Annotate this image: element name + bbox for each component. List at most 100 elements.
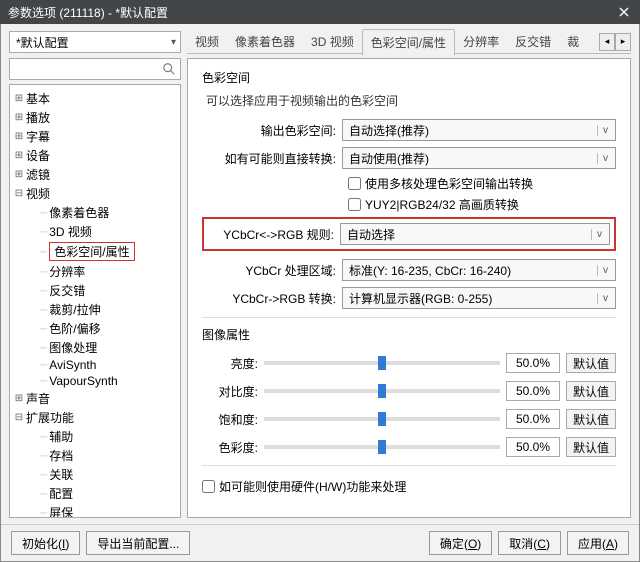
slider-track[interactable]: [264, 361, 500, 365]
slider-value[interactable]: 50.0%: [506, 437, 560, 457]
tree-item-20[interactable]: ┈关联: [12, 465, 178, 484]
multicore-checkbox[interactable]: [348, 177, 361, 190]
collapse-icon[interactable]: ⊟: [12, 188, 26, 199]
tree-item-label: VapourSynth: [49, 374, 118, 388]
tree-item-label: 裁剪/拉伸: [49, 301, 100, 318]
init-button[interactable]: 初始化(I): [11, 531, 80, 555]
tree-item-label: 扩展功能: [26, 409, 74, 426]
ycbcr-rgb-rule-row: YCbCr<->RGB 规则: 自动选择v: [202, 217, 616, 251]
tab-1[interactable]: 像素着色器: [227, 29, 303, 54]
tree-item-5[interactable]: ⊟视频: [12, 184, 178, 203]
apply-button[interactable]: 应用(A): [567, 531, 629, 555]
slider-track[interactable]: [264, 389, 500, 393]
content-panel: 色彩空间 可以选择应用于视频输出的色彩空间 输出色彩空间: 自动选择(推荐)v …: [187, 58, 631, 518]
collapse-icon[interactable]: ⊟: [12, 412, 26, 423]
tree-item-label: 分辨率: [49, 263, 85, 280]
tree-item-label: 反交错: [49, 282, 85, 299]
tree-item-19[interactable]: ┈存档: [12, 446, 178, 465]
tree-item-11[interactable]: ┈裁剪/拉伸: [12, 300, 178, 319]
tree-item-label: 存档: [49, 447, 73, 464]
direct-convert-label: 如有可能则直接转换:: [202, 150, 342, 167]
tree-item-label: 图像处理: [49, 339, 97, 356]
expand-icon[interactable]: ⊞: [12, 131, 26, 142]
category-tree[interactable]: ⊞基本⊞播放⊞字幕⊞设备⊞滤镜⊟视频┈像素着色器┈3D 视频┈色彩空间/属性┈分…: [9, 84, 181, 518]
tree-item-6[interactable]: ┈像素着色器: [12, 203, 178, 222]
chevron-down-icon: v: [597, 293, 613, 304]
slider-value[interactable]: 50.0%: [506, 381, 560, 401]
slider-default-button[interactable]: 默认值: [566, 381, 616, 401]
tab-2[interactable]: 3D 视频: [303, 29, 362, 54]
slider-default-button[interactable]: 默认值: [566, 437, 616, 457]
ycbcr-range-select[interactable]: 标准(Y: 16-235, CbCr: 16-240)v: [342, 259, 616, 281]
chevron-down-icon: ▾: [171, 37, 176, 48]
expand-icon[interactable]: ⊞: [12, 150, 26, 161]
hardware-checkbox[interactable]: [202, 480, 215, 493]
tree-item-15[interactable]: ┈VapourSynth: [12, 373, 178, 389]
slider-thumb[interactable]: [378, 440, 386, 454]
cancel-button[interactable]: 取消(C): [498, 531, 561, 555]
chevron-down-icon: v: [591, 229, 607, 240]
tree-item-2[interactable]: ⊞字幕: [12, 127, 178, 146]
slider-value[interactable]: 50.0%: [506, 353, 560, 373]
tree-item-14[interactable]: ┈AviSynth: [12, 357, 178, 373]
tab-scroll-left[interactable]: ◂: [599, 33, 615, 51]
tree-item-label: 像素着色器: [49, 204, 109, 221]
slider-row-0: 亮度:50.0%默认值: [202, 353, 616, 373]
tree-item-18[interactable]: ┈辅助: [12, 427, 178, 446]
slider-thumb[interactable]: [378, 412, 386, 426]
slider-label: 对比度:: [202, 383, 258, 400]
tree-item-22[interactable]: ┈屏保: [12, 503, 178, 518]
multicore-label: 使用多核处理色彩空间输出转换: [365, 175, 533, 192]
tree-item-label: 关联: [49, 466, 73, 483]
tab-0[interactable]: 视频: [187, 29, 227, 54]
ycbcr-rule-select[interactable]: 自动选择v: [340, 223, 610, 245]
tree-item-label: 设备: [26, 147, 50, 164]
close-icon[interactable]: [616, 4, 632, 20]
slider-default-button[interactable]: 默认值: [566, 409, 616, 429]
tree-item-label: 辅助: [49, 428, 73, 445]
expand-icon[interactable]: ⊞: [12, 393, 26, 404]
slider-thumb[interactable]: [378, 356, 386, 370]
yuy2-checkbox[interactable]: [348, 198, 361, 211]
tree-item-4[interactable]: ⊞滤镜: [12, 165, 178, 184]
slider-thumb[interactable]: [378, 384, 386, 398]
expand-icon[interactable]: ⊞: [12, 169, 26, 180]
slider-row-3: 色彩度:50.0%默认值: [202, 437, 616, 457]
ycbcr-rgb-conv-label: YCbCr->RGB 转换:: [202, 290, 342, 307]
direct-convert-select[interactable]: 自动使用(推荐)v: [342, 147, 616, 169]
tab-bar: 视频像素着色器3D 视频色彩空间/属性分辨率反交错裁 ◂ ▸: [187, 30, 631, 54]
tab-6[interactable]: 裁: [559, 29, 587, 54]
tree-item-0[interactable]: ⊞基本: [12, 89, 178, 108]
tree-item-3[interactable]: ⊞设备: [12, 146, 178, 165]
expand-icon[interactable]: ⊞: [12, 93, 26, 104]
search-input[interactable]: [9, 58, 181, 80]
ycbcr-rgb-conv-select[interactable]: 计算机显示器(RGB: 0-255)v: [342, 287, 616, 309]
titlebar: 参数选项 (211118) - *默认配置: [0, 0, 640, 24]
tab-3[interactable]: 色彩空间/属性: [362, 29, 455, 56]
tree-item-8[interactable]: ┈色彩空间/属性: [12, 241, 178, 262]
tree-item-label: 字幕: [26, 128, 50, 145]
expand-icon[interactable]: ⊞: [12, 112, 26, 123]
tree-item-17[interactable]: ⊟扩展功能: [12, 408, 178, 427]
config-preset-select[interactable]: *默认配置 ▾: [9, 31, 181, 53]
tree-item-7[interactable]: ┈3D 视频: [12, 222, 178, 241]
output-colorspace-select[interactable]: 自动选择(推荐)v: [342, 119, 616, 141]
tree-item-10[interactable]: ┈反交错: [12, 281, 178, 300]
tree-item-13[interactable]: ┈图像处理: [12, 338, 178, 357]
export-button[interactable]: 导出当前配置...: [86, 531, 190, 555]
tab-5[interactable]: 反交错: [507, 29, 559, 54]
hardware-label: 如可能则使用硬件(H/W)功能来处理: [219, 478, 406, 495]
slider-track[interactable]: [264, 417, 500, 421]
chevron-down-icon: v: [597, 125, 613, 136]
tree-item-16[interactable]: ⊞声音: [12, 389, 178, 408]
tab-4[interactable]: 分辨率: [455, 29, 507, 54]
tab-scroll-right[interactable]: ▸: [615, 33, 631, 51]
slider-value[interactable]: 50.0%: [506, 409, 560, 429]
tree-item-9[interactable]: ┈分辨率: [12, 262, 178, 281]
slider-track[interactable]: [264, 445, 500, 449]
tree-item-1[interactable]: ⊞播放: [12, 108, 178, 127]
tree-item-21[interactable]: ┈配置: [12, 484, 178, 503]
ok-button[interactable]: 确定(O): [429, 531, 492, 555]
tree-item-12[interactable]: ┈色阶/偏移: [12, 319, 178, 338]
slider-default-button[interactable]: 默认值: [566, 353, 616, 373]
